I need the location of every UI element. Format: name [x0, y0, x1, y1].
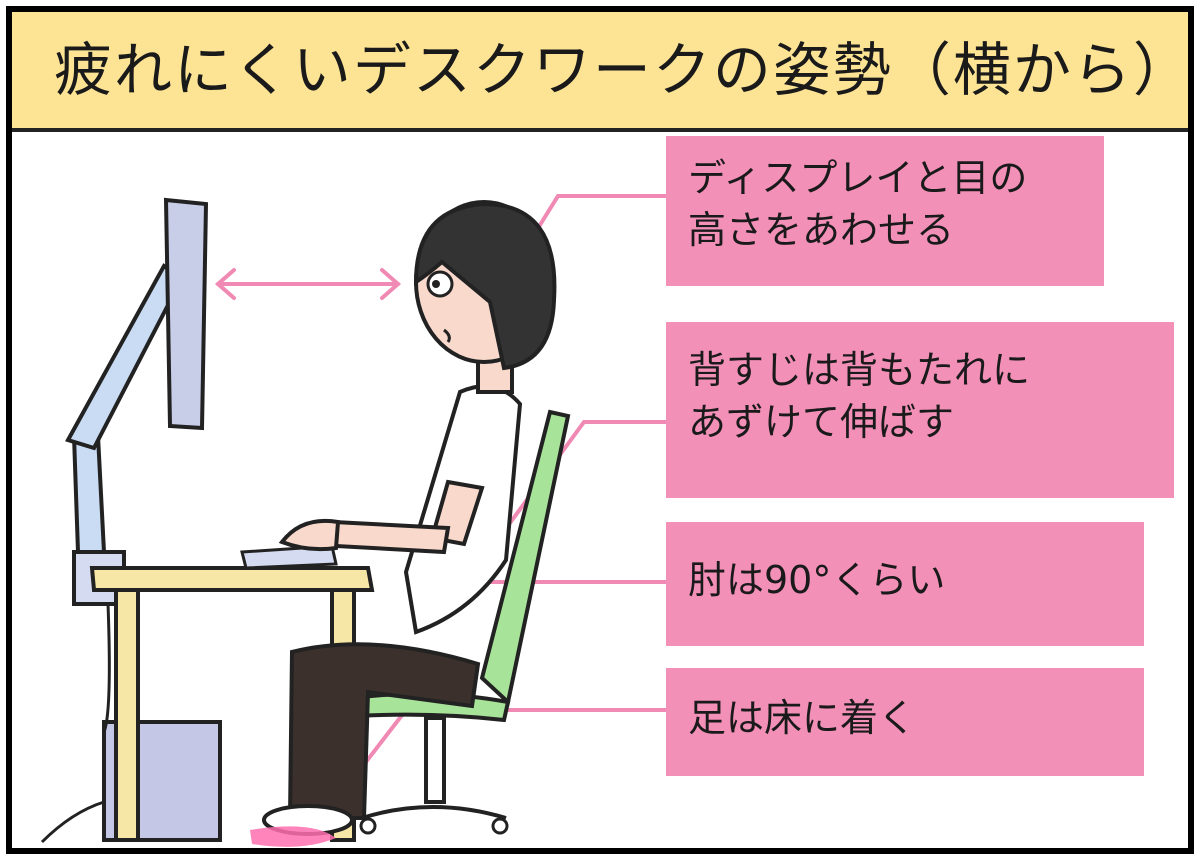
- hand: [278, 518, 341, 552]
- forearm: [331, 519, 451, 555]
- monitor-arm-lower: [71, 434, 107, 554]
- monitor-cable: [102, 603, 111, 733]
- monitor-arm-upper: [65, 263, 185, 451]
- callout-back-straight: 背すじは背もたれに あずけて伸ばす: [666, 322, 1174, 498]
- monitor: [163, 197, 209, 431]
- callout-back-line1: 背すじは背もたれに: [688, 348, 1031, 392]
- trousers: [287, 642, 481, 820]
- callout-feet-floor: 足は床に着く: [666, 668, 1144, 776]
- callout-display-line2: 高さをあわせる: [688, 208, 955, 252]
- seated-person: [250, 200, 557, 847]
- pc-cable: [40, 800, 105, 844]
- eye-level-arrow: [214, 268, 402, 300]
- callout-display-line1: ディスプレイと目の: [688, 156, 1028, 200]
- callout-display-height: ディスプレイと目の 高さをあわせる: [666, 136, 1104, 286]
- callout-back-line2: あずけて伸ばす: [688, 400, 955, 444]
- callout-elbow-angle: 肘は90°くらい: [666, 522, 1144, 646]
- callout-feet-line1: 足は床に着く: [688, 696, 917, 740]
- chair-post: [424, 716, 446, 804]
- desk-leg-left: [114, 588, 140, 842]
- comic-panel: 疲れにくいデスクワークの姿勢（横から） ディスプレイと目の 高さをあわせる 背す…: [6, 6, 1194, 854]
- callout-elbow-line1: 肘は90°くらい: [688, 558, 946, 602]
- chair-base: [361, 805, 507, 820]
- desk-top: [89, 566, 375, 592]
